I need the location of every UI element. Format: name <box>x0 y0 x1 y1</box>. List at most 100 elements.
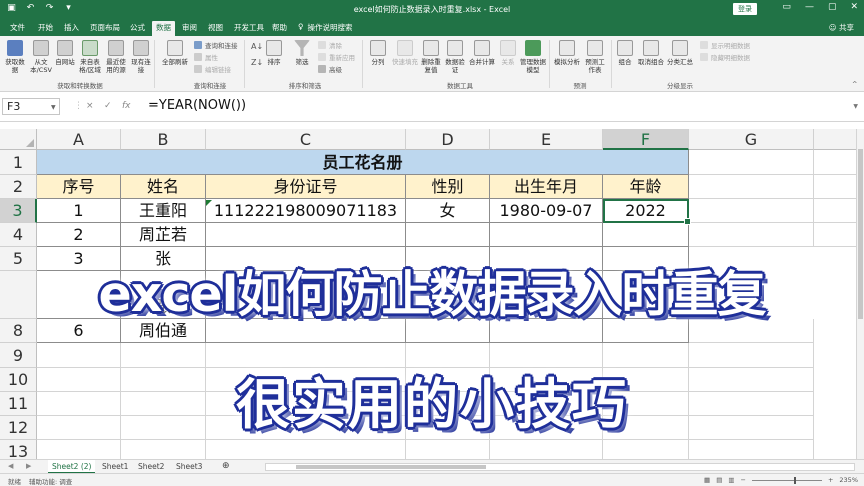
column-header-b[interactable]: B <box>121 129 206 150</box>
tab-view[interactable]: 视图 <box>204 21 227 36</box>
row-header-1[interactable]: 1 <box>0 150 37 175</box>
share-button[interactable]: ☺ 共享 <box>829 22 854 33</box>
insert-function-icon[interactable]: fx <box>122 101 131 111</box>
existing-connections-button[interactable]: 现有连接 <box>131 40 151 74</box>
tab-developer[interactable]: 开发工具 <box>230 21 268 36</box>
row-header-3[interactable]: 3 <box>0 199 37 223</box>
queries-connections-button[interactable]: 查询和连接 <box>194 40 238 50</box>
sort-az-icon[interactable]: A↓ <box>251 42 263 51</box>
sheet-tab-sheet1[interactable]: Sheet1 <box>98 460 132 474</box>
sort-button[interactable]: 排序 <box>264 40 284 66</box>
normal-view-icon[interactable]: ▦ <box>704 476 710 484</box>
ribbon-options-icon[interactable]: ▭ <box>782 2 791 12</box>
header-cell-id-number[interactable]: 身份证号 <box>206 175 406 199</box>
minimize-icon[interactable]: — <box>805 2 814 12</box>
tab-formulas[interactable]: 公式 <box>126 21 149 36</box>
remove-duplicates-button[interactable]: 删除重复值 <box>420 40 442 74</box>
column-header-a[interactable]: A <box>37 129 121 150</box>
tell-me-search[interactable]: ♀ 操作说明搜索 <box>298 22 353 33</box>
header-cell-index[interactable]: 序号 <box>37 175 121 199</box>
ungroup-button[interactable]: 取消组合 <box>637 40 665 66</box>
what-if-analysis-button[interactable]: 模拟分析 <box>553 40 581 66</box>
cell-g3[interactable] <box>689 199 814 223</box>
recent-sources-button[interactable]: 最近使用的源 <box>105 40 127 74</box>
next-sheet-icon[interactable]: ▶ <box>26 462 31 470</box>
cell-a4[interactable]: 2 <box>37 223 121 247</box>
from-text-csv-button[interactable]: 从文本/CSV <box>29 40 53 74</box>
page-break-view-icon[interactable]: ▥ <box>728 476 734 484</box>
cell-c4[interactable] <box>206 223 406 247</box>
from-web-button[interactable]: 自网站 <box>55 40 75 66</box>
show-detail-button[interactable]: 显示明细数据 <box>700 40 750 50</box>
active-cell-selection[interactable] <box>603 199 691 225</box>
cell-c3[interactable]: 111222198009071183 <box>206 199 406 223</box>
from-table-button[interactable]: 来自表格/区域 <box>77 40 103 74</box>
tab-data[interactable]: 数据 <box>152 21 175 36</box>
column-header-f[interactable]: F <box>603 129 689 150</box>
data-validation-button[interactable]: 数据验证 <box>444 40 466 74</box>
table-title-cell[interactable]: 员工花名册 <box>37 150 689 175</box>
page-layout-view-icon[interactable]: ▤ <box>716 476 722 484</box>
tab-page-layout[interactable]: 页面布局 <box>86 21 124 36</box>
cell-c13[interactable] <box>206 440 406 459</box>
cell-a13[interactable] <box>37 440 121 459</box>
horizontal-scrollbar[interactable] <box>265 463 855 471</box>
formula-input[interactable]: =YEAR(NOW()) <box>148 98 246 113</box>
add-sheet-button[interactable]: ⊕ <box>218 460 234 474</box>
get-data-button[interactable]: 获取数据 <box>3 40 27 74</box>
cell-a3[interactable]: 1 <box>37 199 121 223</box>
relationships-button[interactable]: 关系 <box>498 40 518 66</box>
forecast-sheet-button[interactable]: 预测工作表 <box>583 40 607 74</box>
cell-g1[interactable] <box>689 150 814 175</box>
properties-button[interactable]: 属性 <box>194 52 218 62</box>
row-header-2[interactable]: 2 <box>0 175 37 199</box>
maximize-icon[interactable]: ▢ <box>828 2 837 12</box>
tab-help[interactable]: 帮助 <box>268 21 291 36</box>
cell-d4[interactable] <box>406 223 490 247</box>
more-options-icon[interactable]: ⋮ <box>74 101 83 111</box>
prev-sheet-icon[interactable]: ◀ <box>8 462 13 470</box>
expand-formula-bar-icon[interactable]: ▼ <box>853 103 858 110</box>
tab-review[interactable]: 审阅 <box>178 21 201 36</box>
enter-formula-icon[interactable]: ✓ <box>104 101 112 111</box>
hide-detail-button[interactable]: 隐藏明细数据 <box>700 52 750 62</box>
cell-f13[interactable] <box>603 440 689 459</box>
name-box-dropdown-icon[interactable]: ▼ <box>51 104 56 111</box>
subtotal-button[interactable]: 分类汇总 <box>667 40 693 66</box>
refresh-all-button[interactable]: 全部刷新 <box>160 40 190 66</box>
cell-b13[interactable] <box>121 440 206 459</box>
cell-f4[interactable] <box>603 223 689 247</box>
cell-b3[interactable]: 王重阳 <box>121 199 206 223</box>
column-header-c[interactable]: C <box>206 129 406 150</box>
column-header-d[interactable]: D <box>406 129 490 150</box>
close-icon[interactable]: ✕ <box>850 2 858 12</box>
column-header-g[interactable]: G <box>689 129 814 150</box>
group-button[interactable]: 组合 <box>615 40 635 66</box>
row-header-13[interactable]: 13 <box>0 440 37 459</box>
header-cell-gender[interactable]: 性别 <box>406 175 490 199</box>
sheet-tab-sheet3[interactable]: Sheet3 <box>172 460 206 474</box>
reapply-button[interactable]: 重新应用 <box>318 52 355 62</box>
accessibility-status[interactable]: 辅助功能: 调查 <box>29 476 72 486</box>
select-all-button[interactable] <box>0 129 37 150</box>
cell-d13[interactable] <box>406 440 490 459</box>
cell-g2[interactable] <box>689 175 814 199</box>
consolidate-button[interactable]: 合并计算 <box>468 40 496 66</box>
cell-e13[interactable] <box>490 440 603 459</box>
edit-links-button[interactable]: 编辑链接 <box>194 64 231 74</box>
advanced-filter-button[interactable]: 高级 <box>318 64 342 74</box>
horizontal-scroll-thumb[interactable] <box>296 465 486 469</box>
sheet-tab-sheet2-copy[interactable]: Sheet2 (2) <box>48 460 96 474</box>
tab-insert[interactable]: 插入 <box>60 21 83 36</box>
row-header-4[interactable]: 4 <box>0 223 37 247</box>
header-cell-name[interactable]: 姓名 <box>121 175 206 199</box>
tab-home[interactable]: 开始 <box>34 21 57 36</box>
error-indicator-icon[interactable] <box>206 200 212 206</box>
cell-g4[interactable] <box>689 223 814 247</box>
login-button[interactable]: 登录 <box>733 3 757 15</box>
cell-g13[interactable] <box>689 440 814 459</box>
tab-file[interactable]: 文件 <box>6 21 29 36</box>
cell-e4[interactable] <box>490 223 603 247</box>
zoom-out-icon[interactable]: − <box>741 476 746 484</box>
filter-button[interactable]: 筛选 <box>292 40 312 66</box>
